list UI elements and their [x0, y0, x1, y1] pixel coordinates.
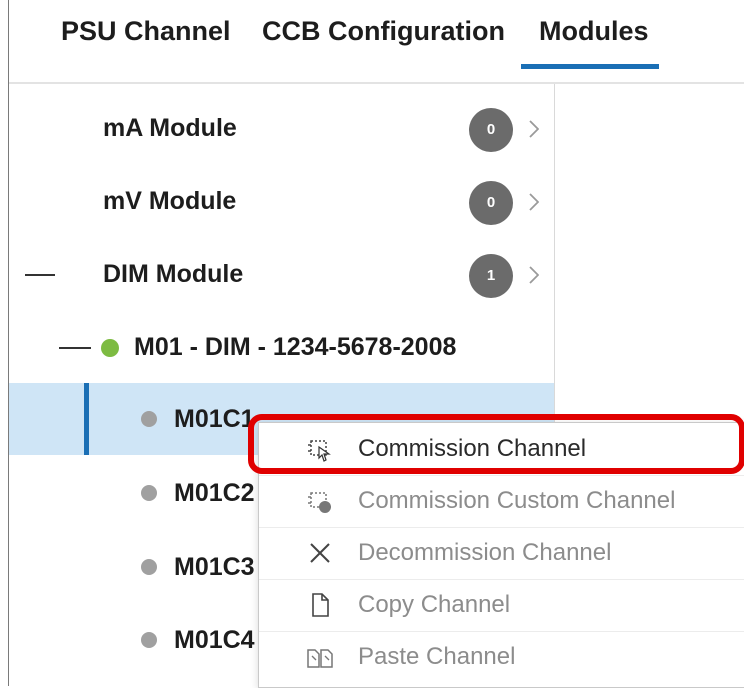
menu-item-label: Decommission Channel — [358, 539, 612, 566]
count-badge: 0 — [469, 181, 513, 225]
tree-item-label: M01C1 — [174, 405, 255, 433]
menu-item-commission-channel[interactable]: Commission Channel — [259, 423, 744, 476]
commission-icon — [308, 440, 331, 462]
tab-bar: PSU Channel CCB Configuration Modules — [9, 0, 744, 84]
tree-item-ma-module[interactable]: mA Module 0 — [9, 92, 554, 164]
close-icon — [310, 543, 330, 563]
menu-item-decommission-channel[interactable]: Decommission Channel — [259, 527, 744, 580]
menu-item-commission-custom-channel[interactable]: Commission Custom Channel — [259, 475, 744, 528]
selection-indicator — [84, 383, 89, 455]
status-dot — [141, 485, 157, 501]
commission-custom-icon — [308, 492, 331, 513]
tab-ccb-configuration[interactable]: CCB Configuration — [262, 16, 505, 47]
menu-item-label: Paste Channel — [358, 643, 516, 670]
menu-item-label: Commission Custom Channel — [358, 487, 676, 514]
active-tab-indicator — [521, 64, 659, 69]
tab-modules[interactable]: Modules — [539, 16, 649, 47]
tree-item-label: DIM Module — [103, 260, 244, 288]
modules-panel: PSU Channel CCB Configuration Modules mA… — [8, 0, 744, 688]
menu-item-copy-channel[interactable]: Copy Channel — [259, 579, 744, 632]
status-dot-online — [101, 339, 119, 357]
status-dot — [141, 411, 157, 427]
menu-item-paste-channel[interactable]: Paste Channel — [259, 631, 744, 683]
tree-item-label: M01C2 — [174, 479, 255, 507]
collapse-icon[interactable] — [25, 274, 55, 276]
tree-item-device[interactable]: M01 - DIM - 1234-5678-2008 — [9, 311, 554, 383]
chevron-right-icon[interactable] — [529, 120, 539, 138]
menu-item-label: Commission Channel — [358, 435, 587, 462]
tab-psu-channel[interactable]: PSU Channel — [61, 16, 231, 47]
count-badge: 1 — [469, 254, 513, 298]
tree-item-label: mV Module — [103, 187, 237, 215]
paste-icon — [307, 649, 333, 668]
chevron-right-icon[interactable] — [529, 266, 539, 284]
tree-item-dim-module[interactable]: DIM Module 1 — [9, 238, 554, 310]
tree-item-label: M01C4 — [174, 626, 255, 654]
context-menu: Commission Channel Commission Custom Cha… — [258, 422, 744, 688]
collapse-icon[interactable] — [59, 347, 91, 349]
document-icon — [312, 593, 329, 617]
chevron-right-icon[interactable] — [529, 193, 539, 211]
menu-item-label: Copy Channel — [358, 591, 511, 618]
status-dot — [141, 632, 157, 648]
tree-item-label: M01C3 — [174, 553, 255, 581]
status-dot — [141, 559, 157, 575]
tree-item-label: mA Module — [103, 114, 237, 142]
count-badge: 0 — [469, 108, 513, 152]
tree-item-mv-module[interactable]: mV Module 0 — [9, 165, 554, 237]
tree-item-label: M01 - DIM - 1234-5678-2008 — [134, 333, 457, 361]
